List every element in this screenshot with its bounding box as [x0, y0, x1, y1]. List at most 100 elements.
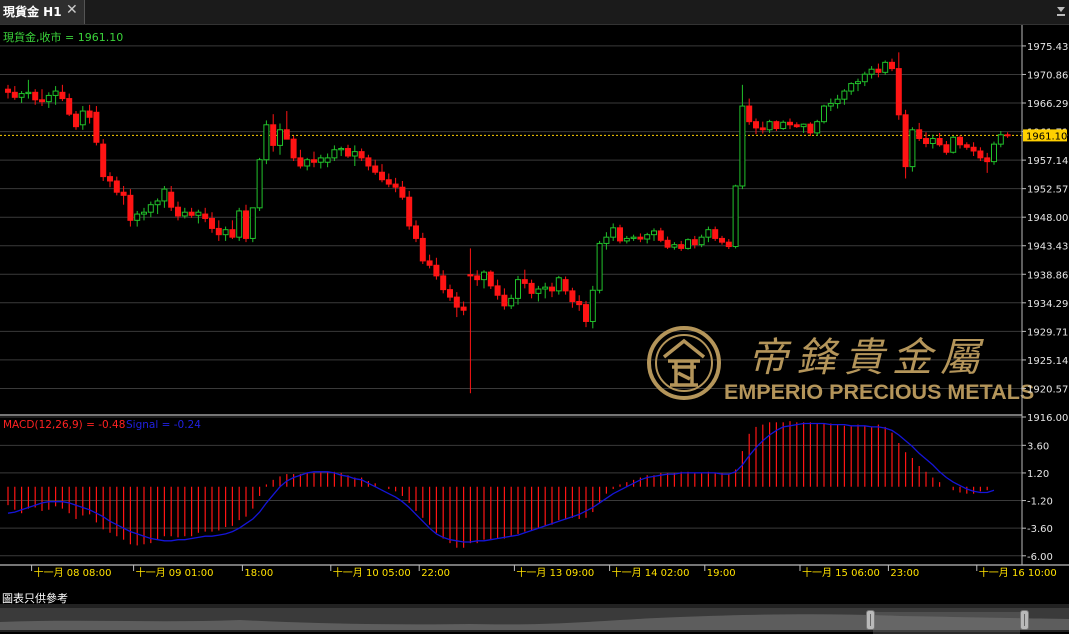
price-tick-label: 1975.43 [1027, 42, 1068, 53]
candle-body [345, 148, 351, 157]
candle-body [780, 121, 787, 130]
candle-body [385, 179, 392, 185]
candle-body [18, 93, 25, 98]
candle-body [521, 279, 528, 284]
candle-body [848, 83, 855, 92]
candle-body [209, 217, 215, 229]
price-tick-label: 1952.57 [1027, 185, 1068, 196]
price-tick-label: 1943.43 [1027, 242, 1068, 253]
candle-body [236, 210, 243, 238]
candle-body [188, 211, 195, 216]
price-tick-label: 1938.86 [1027, 270, 1068, 281]
macd-tick-label: -3.60 [1027, 524, 1053, 535]
watermark-logo: 帝鋒貴金屬 EMPERIO PRECIOUS METALS [647, 326, 1034, 404]
candle-body [474, 275, 481, 281]
candle-body [120, 191, 127, 196]
candle-body [93, 111, 100, 143]
tab-label: 現貨金 H1 [3, 5, 62, 19]
candle-body [440, 275, 447, 291]
candle-body [100, 143, 107, 178]
price-tick-label: 1929.71 [1027, 327, 1068, 338]
candle-body [875, 68, 882, 73]
macd-histogram [7, 421, 988, 548]
candle-body [127, 194, 134, 221]
candle-body [827, 103, 834, 107]
candle-body [249, 207, 256, 239]
macd-signal-line [7, 422, 995, 543]
candle-body [991, 143, 997, 163]
candle-body [107, 176, 113, 182]
candle-body [45, 94, 52, 103]
chart-scrollbar[interactable] [0, 604, 1069, 634]
candle-body [487, 271, 494, 287]
candle-body [324, 157, 331, 163]
candle-body [671, 244, 678, 248]
macd-tick-label: -1.20 [1027, 497, 1053, 508]
price-chart[interactable]: 帝鋒貴金屬 EMPERIO PRECIOUS METALS 1975.43 197… [0, 25, 1069, 590]
candle-body [311, 159, 317, 163]
candle-body [467, 274, 474, 277]
candle-body [147, 204, 154, 213]
candle-body [52, 90, 59, 96]
candle-body [705, 229, 712, 238]
close-icon[interactable]: ✕ [66, 2, 78, 18]
time-tick-label: 十一月 15 06:00 [802, 566, 880, 579]
candle-body [984, 157, 991, 163]
price-tick-label: 1957.14 [1027, 156, 1068, 167]
scroll-handle-right[interactable] [1020, 610, 1029, 630]
candle-body [290, 138, 297, 159]
candle-body [215, 227, 222, 236]
candle-body [732, 185, 739, 248]
candle-body [603, 236, 610, 244]
candle-body [889, 61, 895, 70]
candle-body [678, 244, 685, 249]
candle-body [657, 230, 664, 241]
candle-body [610, 227, 617, 238]
watermark-chinese: 帝鋒貴金屬 [748, 335, 988, 381]
dropdown-menu-icon[interactable] [1056, 4, 1066, 18]
candle-body [739, 105, 746, 187]
candle-body [977, 150, 984, 159]
candle-body [113, 180, 120, 193]
symbol-close-label: 現貨金,收市 = 1961.10 [3, 30, 123, 44]
candle-body [379, 171, 385, 181]
candle-body [753, 121, 759, 129]
candle-body [195, 211, 202, 216]
time-tick-label: 19:00 [707, 568, 736, 579]
candle-body [535, 288, 542, 294]
scroll-window[interactable] [873, 612, 1020, 634]
candle-body [957, 136, 963, 146]
candle-body [800, 123, 807, 128]
candle-body [644, 234, 651, 240]
candle-body [283, 129, 290, 140]
candle-body [66, 98, 73, 115]
candle-body [855, 81, 861, 85]
candle-body [549, 286, 555, 292]
tab-spot-gold-h1[interactable]: 現貨金 H1 ✕ [0, 0, 85, 24]
candle-body [596, 242, 603, 291]
macd-label: MACD(12,26,9) = -0.48 [3, 419, 125, 431]
candle-body [460, 306, 467, 311]
scroll-track[interactable] [0, 608, 1069, 634]
candle-body [25, 91, 32, 95]
candle-body [358, 151, 365, 159]
candle-body [32, 91, 39, 101]
candle-body [555, 277, 562, 292]
candle-body [243, 210, 249, 239]
candle-body [725, 241, 732, 248]
candle-body [1004, 134, 1011, 137]
scroll-handle-left[interactable] [866, 610, 875, 630]
candle-body [413, 225, 419, 239]
candle-body [868, 68, 875, 75]
candle-body [834, 98, 841, 105]
candle-body [39, 99, 45, 103]
candle-body [698, 236, 705, 246]
candle-body [617, 227, 623, 242]
candle-body [970, 146, 977, 152]
candle-body [807, 123, 814, 134]
candle-body [787, 121, 793, 126]
candle-body [79, 110, 86, 126]
axes: 1975.431970.861966.291961.711957.141952.… [0, 25, 1069, 579]
watermark-english: EMPERIO PRECIOUS METALS [724, 380, 1034, 404]
candle-body [86, 110, 93, 118]
